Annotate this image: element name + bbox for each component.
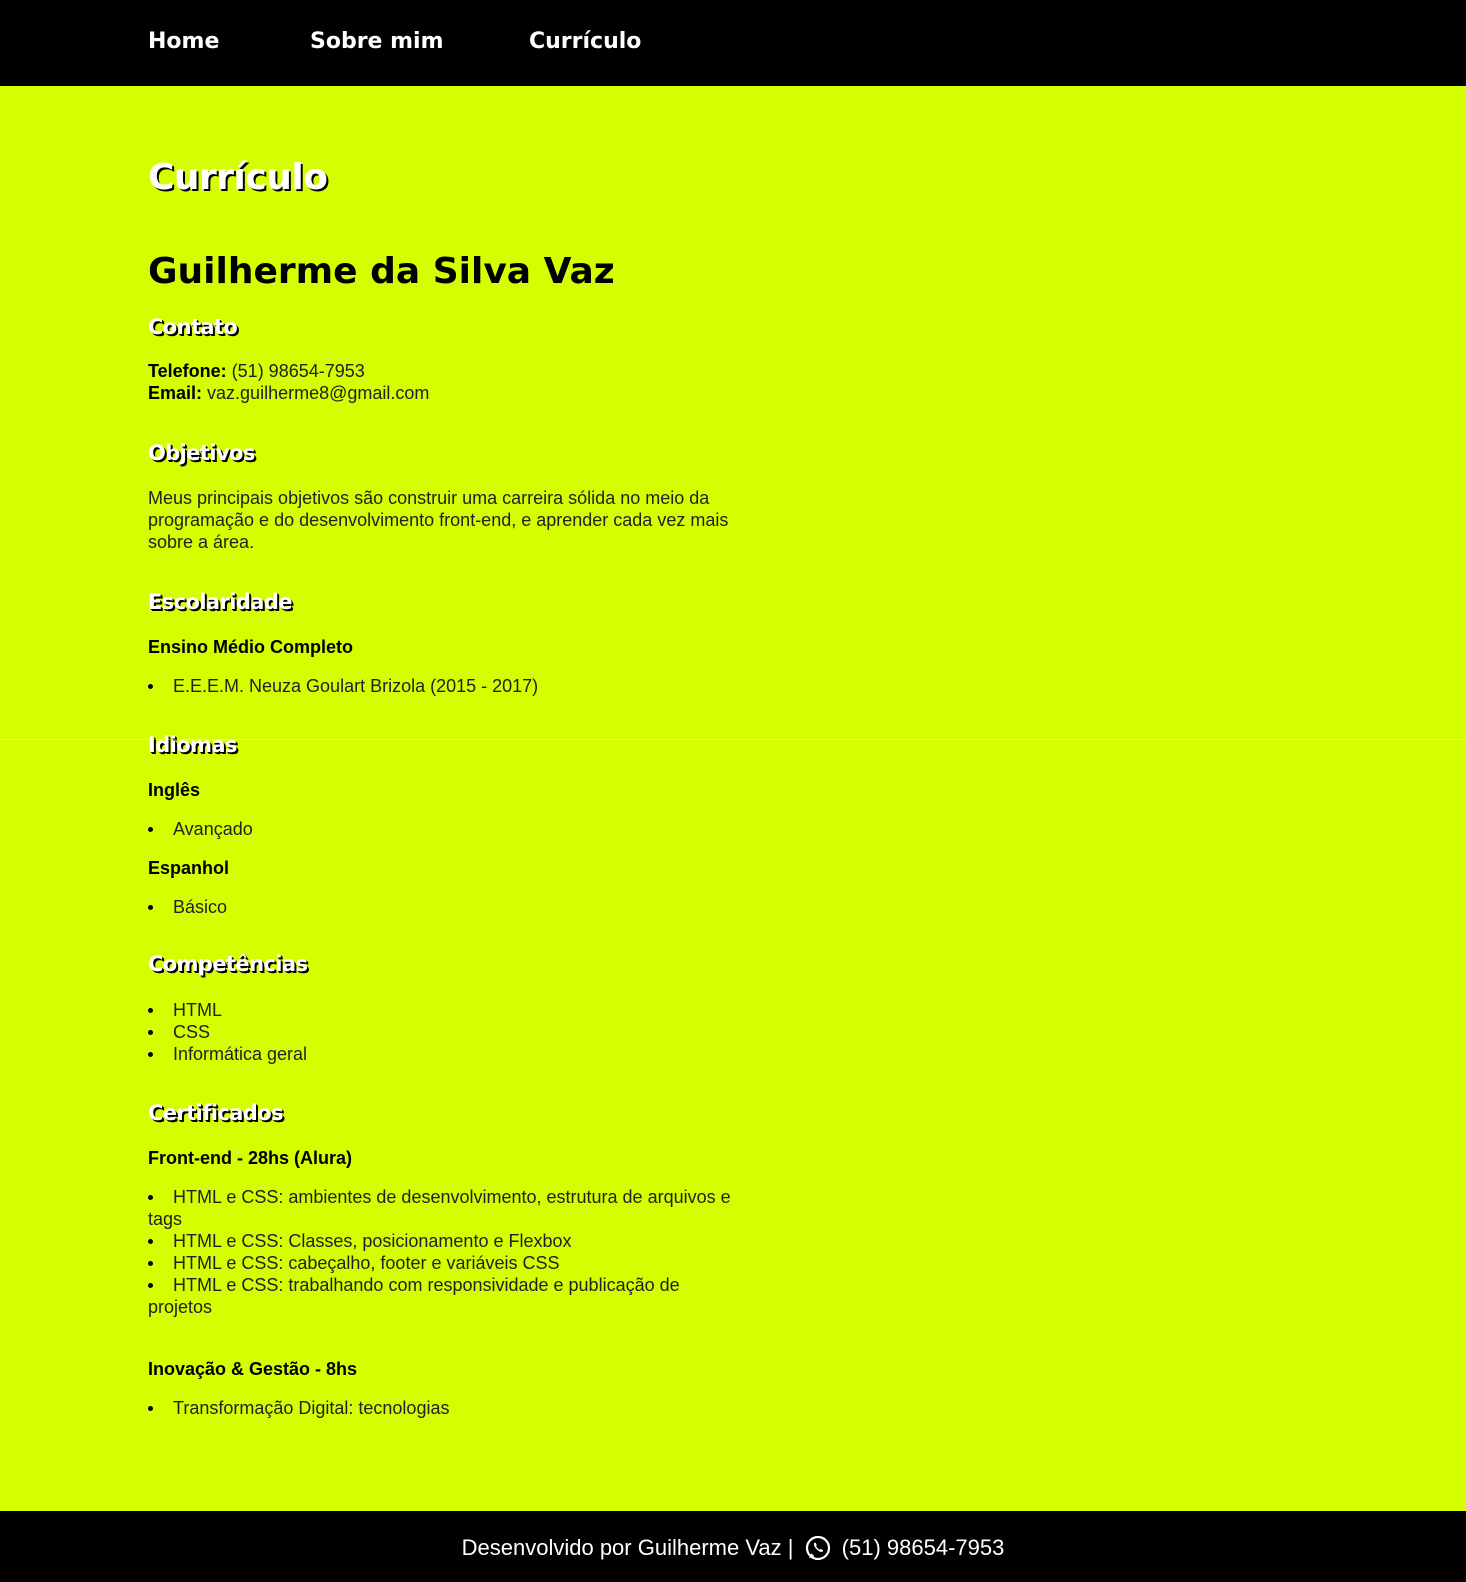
certificado-frontend-list: HTML e CSS: ambientes de desenvolvimento… [148,1186,738,1318]
certificado-frontend-label: Front-end - 28hs (Alura) [148,1148,353,1168]
idioma-ingles-label: Inglês [148,780,201,800]
phone-line: Telefone: (51) 98654-7953 [148,360,738,382]
footer-credit: Desenvolvido por Guilherme Vaz | [461,1535,794,1561]
page-footer: Desenvolvido por Guilherme Vaz | (51) 98… [0,1511,1466,1582]
list-item: Básico [148,896,738,918]
contact-info: Telefone: (51) 98654-7953 Email: vaz.gui… [148,360,738,404]
nav-link-sobre-mim[interactable]: Sobre mim [310,27,444,57]
certificado-inovacao-label: Inovação & Gestão - 8hs [148,1359,358,1379]
list-item: HTML e CSS: cabeçalho, footer e variávei… [148,1252,738,1274]
certificado-inovacao-list: Transformação Digital: tecnologias [148,1397,738,1419]
section-title-idiomas: Idiomas [148,733,237,757]
list-item: HTML e CSS: ambientes de desenvolvimento… [148,1186,738,1230]
list-item: HTML [148,999,738,1021]
list-item: E.E.E.M. Neuza Goulart Brizola (2015 - 2… [148,675,738,697]
section-title-objetivos: Objetivos [148,441,255,465]
idioma-espanhol-list: Básico [148,896,738,918]
email-value: vaz.guilherme8@gmail.com [202,383,430,403]
footer-content: Desenvolvido por Guilherme Vaz | (51) 98… [0,1533,1466,1562]
nav-link-home[interactable]: Home [148,27,219,57]
list-item: Informática geral [148,1043,738,1065]
top-navigation: Home Sobre mim Currículo [0,0,1466,86]
section-title-escolaridade: Escolaridade [148,590,293,614]
section-title-contato: Contato [148,315,238,339]
footer-phone[interactable]: (51) 98654-7953 [842,1535,1005,1560]
section-divider [0,739,1466,740]
list-item: HTML e CSS: trabalhando com responsivida… [148,1274,738,1318]
section-title-competencias: Competências [148,952,308,976]
list-item: HTML e CSS: Classes, posicionamento e Fl… [148,1230,738,1252]
email-label: Email: [148,383,203,403]
list-item: Transformação Digital: tecnologias [148,1397,738,1419]
section-title-certificados: Certificados [148,1101,284,1125]
phone-value: (51) 98654-7953 [226,361,365,381]
list-item: Avançado [148,818,738,840]
escolaridade-list: E.E.E.M. Neuza Goulart Brizola (2015 - 2… [148,675,738,697]
email-line: Email: vaz.guilherme8@gmail.com [148,382,738,404]
idioma-espanhol-label: Espanhol [148,858,230,878]
whatsapp-icon[interactable] [804,1534,832,1562]
idioma-ingles-list: Avançado [148,818,738,840]
phone-label: Telefone: [148,361,227,381]
nav-link-curriculo[interactable]: Currículo [529,27,641,57]
objetivos-text: Meus principais objetivos são construir … [148,488,729,552]
person-name: Guilherme da Silva Vaz [148,251,615,292]
list-item: CSS [148,1021,738,1043]
page-title: Currículo [148,157,328,198]
escolaridade-subtitle: Ensino Médio Completo [148,637,353,657]
competencias-list: HTML CSS Informática geral [148,999,738,1065]
